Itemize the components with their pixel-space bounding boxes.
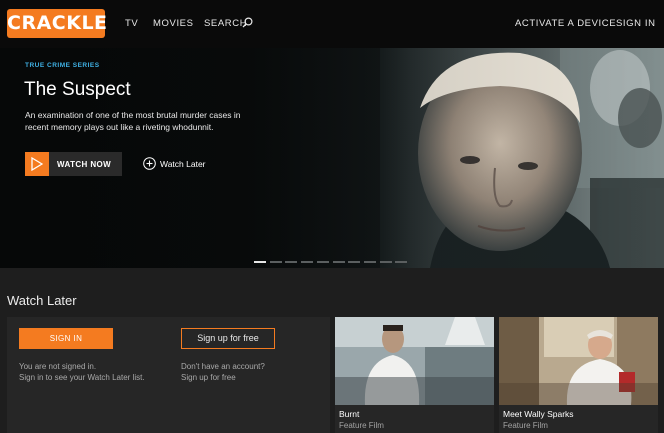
play-icon-box: [25, 152, 49, 176]
carousel-dot[interactable]: [363, 261, 376, 263]
sign-up-button[interactable]: Sign up for free: [181, 328, 275, 349]
card-subtitle: Feature Film: [339, 421, 384, 430]
crackle-logo[interactable]: CRACKLE: [7, 9, 107, 38]
sign-in-button[interactable]: SIGN IN: [19, 328, 113, 349]
no-account-text: Don't have an account?: [181, 362, 265, 371]
card-subtitle: Feature Film: [503, 421, 548, 430]
plus-circle-icon: [143, 157, 156, 170]
hero-banner: TRUE CRIME SERIES The Suspect An examina…: [0, 48, 664, 268]
carousel-dot[interactable]: [254, 261, 266, 263]
play-icon: [31, 157, 43, 171]
carousel-dot[interactable]: [395, 261, 408, 263]
carousel-indicators: [254, 261, 414, 264]
carousel-dot[interactable]: [316, 261, 329, 263]
nav-movies[interactable]: MOVIES: [153, 18, 194, 29]
watch-later-label: Watch Later: [160, 159, 206, 169]
carousel-dot[interactable]: [379, 261, 392, 263]
carousel-dot[interactable]: [348, 261, 361, 263]
nav-search[interactable]: SEARCH: [204, 18, 247, 29]
nav-activate-device[interactable]: ACTIVATE A DEVICE: [515, 18, 616, 29]
hero-genre-label: TRUE CRIME SERIES: [25, 62, 100, 69]
card-thumbnail: [499, 317, 658, 405]
nav-sign-in[interactable]: SIGN IN: [616, 18, 656, 29]
hero-description: An examination of one of the most brutal…: [25, 110, 241, 132]
search-icon[interactable]: [242, 17, 253, 28]
watch-now-button[interactable]: WATCH NOW: [25, 152, 122, 176]
content-card-burnt[interactable]: Burnt Feature Film: [335, 317, 494, 433]
watch-now-label: WATCH NOW: [57, 160, 112, 169]
card-title: Burnt: [339, 409, 360, 419]
hero-title: The Suspect: [24, 79, 131, 100]
nav-tv[interactable]: TV: [125, 18, 138, 29]
content-card-meet-wally-sparks[interactable]: Meet Wally Sparks Feature Film: [499, 317, 658, 433]
card-thumbnail: [335, 317, 494, 405]
carousel-dot[interactable]: [301, 261, 314, 263]
not-signed-in-text: You are not signed in.: [19, 362, 97, 371]
carousel-dot[interactable]: [285, 261, 298, 263]
watch-later-heading: Watch Later: [7, 293, 77, 308]
sign-in-hint-text: Sign in to see your Watch Later list.: [19, 373, 145, 382]
carousel-dot[interactable]: [269, 261, 282, 263]
top-nav-bar: CRACKLE TV MOVIES SEARCH ACTIVATE A DEVI…: [0, 0, 664, 48]
card-title: Meet Wally Sparks: [503, 409, 574, 419]
carousel-dot[interactable]: [332, 261, 345, 263]
card-meta: Meet Wally Sparks Feature Film: [499, 405, 658, 433]
sign-up-hint-text: Sign up for free: [181, 373, 236, 382]
card-meta: Burnt Feature Film: [335, 405, 494, 433]
